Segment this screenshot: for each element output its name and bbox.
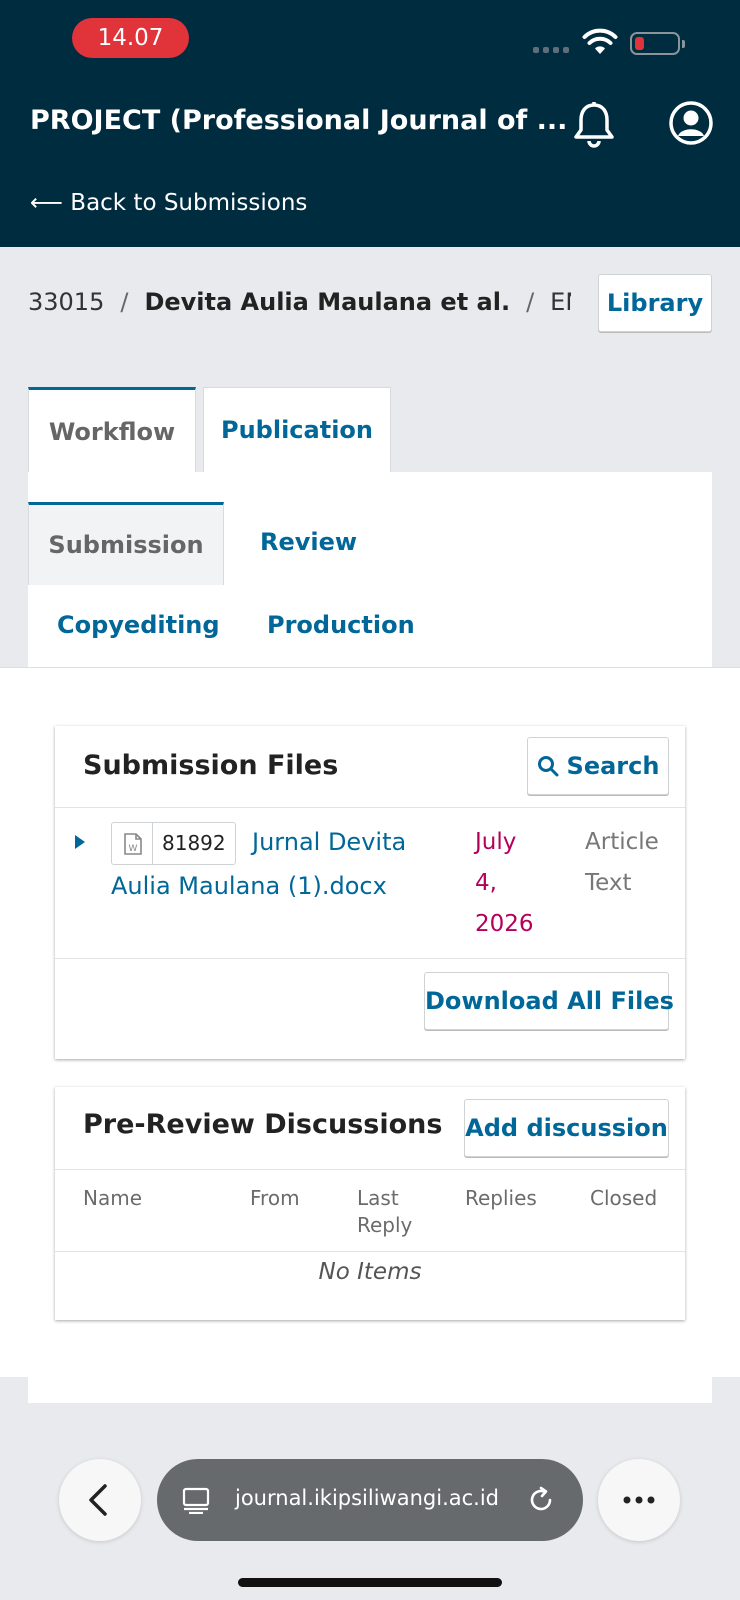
expand-arrow-icon[interactable]	[73, 834, 87, 850]
word-file-icon: W	[112, 823, 153, 864]
tab-publication[interactable]: Publication	[203, 387, 391, 473]
svg-text:W: W	[129, 844, 138, 854]
column-header-last-reply[interactable]: Last Reply	[357, 1185, 412, 1239]
divider	[55, 1251, 685, 1252]
file-id: 81892	[162, 831, 226, 855]
user-icon[interactable]	[668, 100, 714, 146]
more-icon	[623, 1496, 655, 1504]
file-date: July 4, 2026	[475, 822, 545, 945]
divider	[55, 807, 685, 808]
file-type-line: Article	[585, 829, 659, 855]
tab-review[interactable]: Review	[260, 528, 357, 556]
file-name-link[interactable]: Jurnal Devita	[252, 820, 406, 864]
submission-files-card: Submission Files Search W 81892 Jurnal D…	[55, 726, 685, 1059]
column-header-last-reply-line: Reply	[357, 1213, 413, 1237]
file-date-year: 2026	[475, 911, 534, 937]
search-button-label: Search	[566, 752, 660, 780]
column-header-last-reply-line: Last	[357, 1186, 399, 1210]
submission-title: ENGL	[550, 288, 571, 316]
status-time: 14.07	[72, 18, 189, 58]
download-all-files-button[interactable]: Download All Files	[424, 972, 674, 1030]
browser-back-button[interactable]	[59, 1459, 141, 1541]
column-header-from[interactable]: From	[250, 1185, 300, 1212]
file-type: Article Text	[585, 822, 675, 904]
search-button[interactable]: Search	[527, 737, 669, 795]
add-discussion-button[interactable]: Add discussion	[464, 1099, 669, 1157]
divider	[55, 958, 685, 959]
breadcrumb: 33015 / Devita Aulia Maulana et al. / ENGL	[28, 288, 571, 316]
tab-workflow[interactable]: Workflow	[28, 387, 196, 473]
divider	[55, 1169, 685, 1170]
bell-icon[interactable]	[571, 100, 617, 148]
breadcrumb-separator: /	[120, 288, 129, 316]
search-icon	[537, 756, 559, 777]
journal-title: PROJECT (Professional Journal of ...	[30, 105, 568, 136]
tab-submission[interactable]: Submission	[28, 502, 224, 585]
submission-id: 33015	[28, 288, 105, 316]
back-to-submissions-link[interactable]: ⟵ Back to Submissions	[30, 190, 307, 216]
battery-icon	[630, 32, 685, 55]
url-bar[interactable]: journal.ikipsiliwangi.ac.id	[157, 1459, 583, 1541]
submission-files-title: Submission Files	[83, 750, 339, 781]
file-type-line: Text	[585, 870, 632, 896]
back-icon	[89, 1484, 107, 1516]
pre-review-discussions-card: Pre-Review Discussions Add discussion Na…	[55, 1087, 685, 1320]
column-header-name[interactable]: Name	[83, 1185, 142, 1212]
file-date-month: July	[475, 829, 517, 855]
more-options-button[interactable]	[598, 1459, 680, 1541]
home-indicator	[238, 1578, 502, 1587]
empty-state-text: No Items	[318, 1259, 422, 1285]
discussions-title: Pre-Review Discussions	[83, 1109, 443, 1140]
tab-copyediting[interactable]: Copyediting	[57, 611, 220, 639]
breadcrumb-separator: /	[526, 288, 535, 316]
reload-icon[interactable]	[526, 1485, 556, 1515]
tab-icon	[182, 1487, 210, 1514]
cellular-signal-icon	[533, 47, 569, 53]
column-header-replies[interactable]: Replies	[465, 1185, 537, 1212]
library-button[interactable]: Library	[598, 274, 712, 332]
submission-authors: Devita Aulia Maulana et al.	[144, 288, 511, 316]
column-header-closed[interactable]: Closed	[590, 1185, 657, 1212]
file-name-link[interactable]: Aulia Maulana (1).docx	[111, 864, 387, 908]
wifi-icon	[582, 28, 618, 54]
tab-production[interactable]: Production	[267, 611, 415, 639]
url-text: journal.ikipsiliwangi.ac.id	[235, 1486, 499, 1510]
file-date-day: 4,	[475, 870, 497, 896]
panel-bottom-edge	[28, 1377, 712, 1403]
file-id-badge: W 81892	[111, 822, 236, 865]
app-header: 14.07 PROJECT (Professional Journal of .…	[0, 0, 740, 247]
submission-content: Submission Files Search W 81892 Jurnal D…	[0, 667, 740, 1377]
